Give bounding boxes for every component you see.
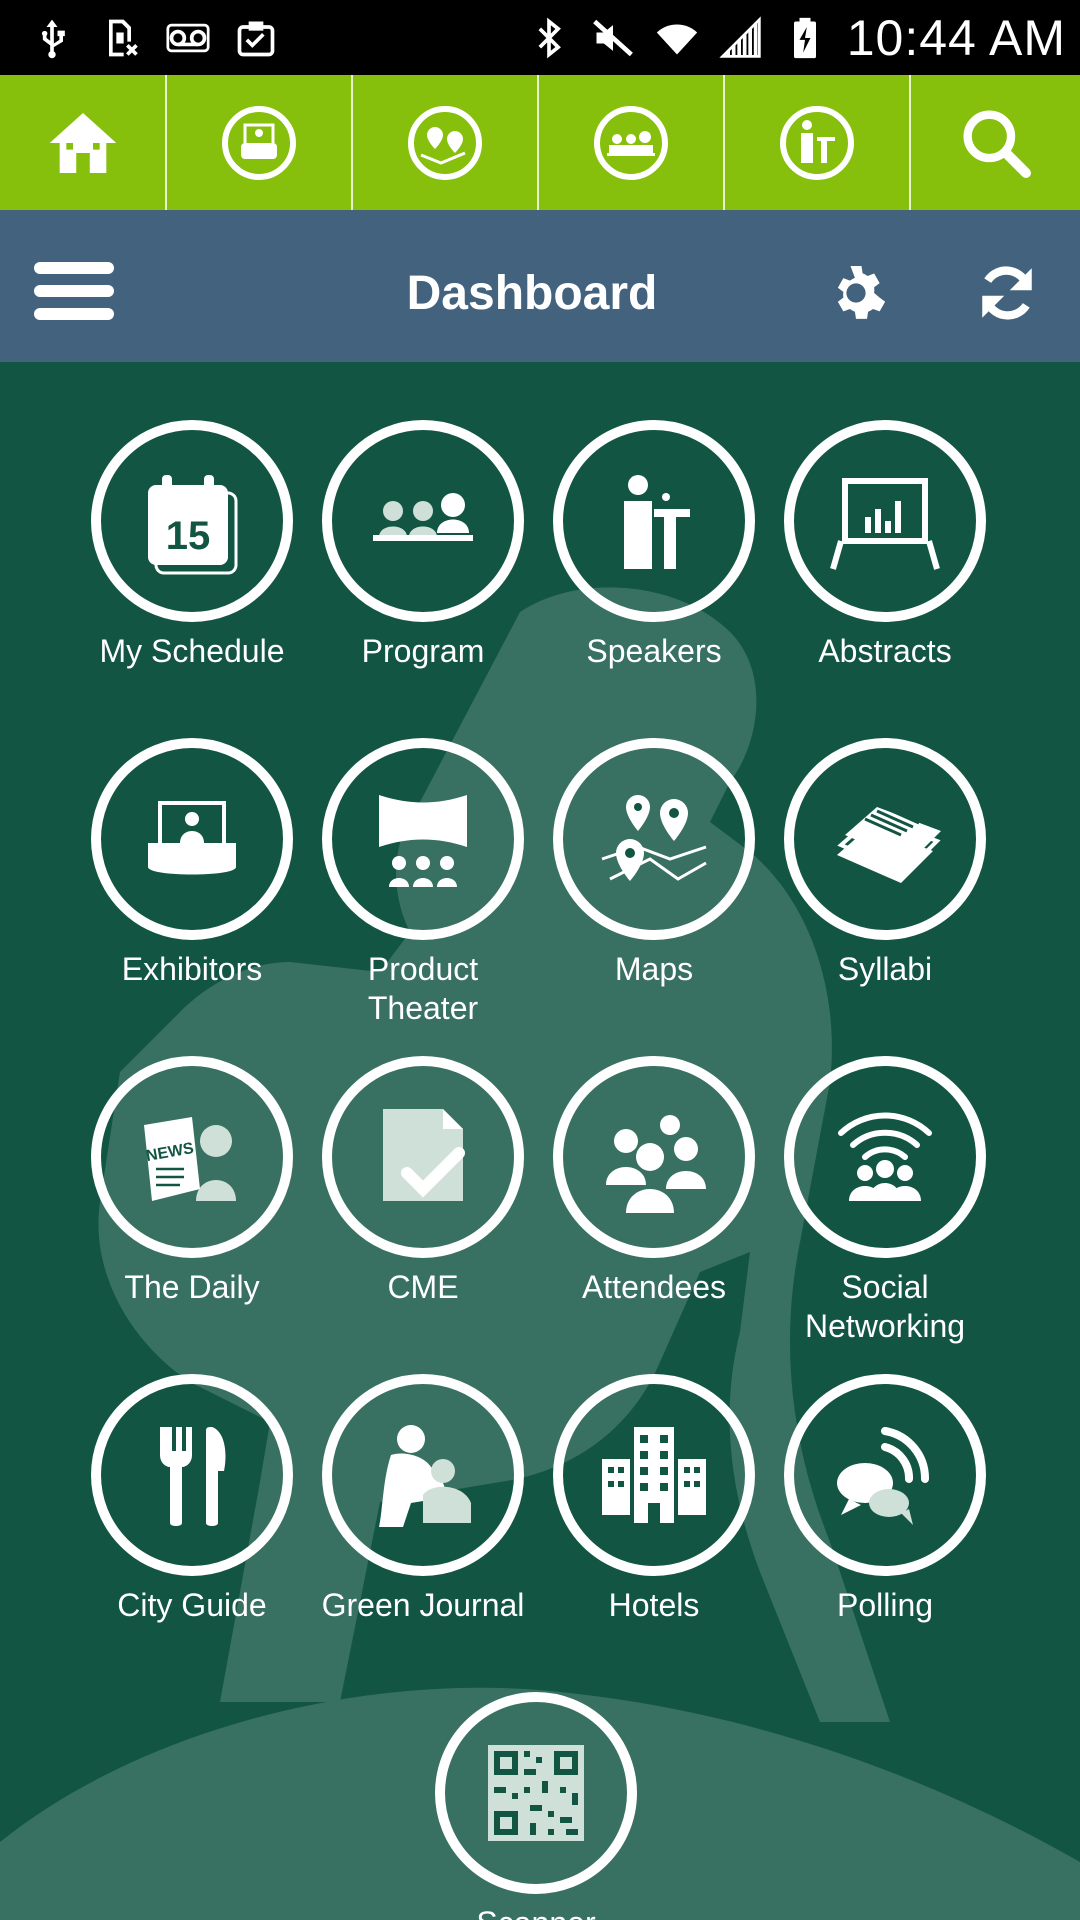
dashboard-grid: 15 My Schedule Program Speakers Abstract… bbox=[0, 362, 1080, 1920]
tile-label: Speakers bbox=[586, 633, 722, 669]
tile-abstracts[interactable]: Abstracts bbox=[770, 420, 1000, 671]
status-left-icons bbox=[0, 16, 278, 60]
tile-green-journal[interactable]: Green Journal bbox=[308, 1374, 538, 1625]
tile-hotels[interactable]: Hotels bbox=[539, 1374, 769, 1625]
tile-label: My Schedule bbox=[99, 633, 285, 669]
status-right-icons: 10:44 AM bbox=[527, 9, 1080, 67]
tile-speakers[interactable]: Speakers bbox=[539, 420, 769, 671]
tile-label: Green Journal bbox=[321, 1587, 525, 1623]
nav-speakers[interactable] bbox=[725, 75, 911, 210]
tile-label: Exhibitors bbox=[121, 951, 263, 987]
tile-label: Hotels bbox=[608, 1587, 700, 1623]
speaker-podium-icon bbox=[780, 105, 854, 180]
tile-my-schedule[interactable]: 15 My Schedule bbox=[77, 420, 307, 671]
page-title: Dashboard bbox=[406, 267, 658, 320]
tile-product-theater[interactable]: Product Theater bbox=[308, 738, 538, 1028]
audience-icon bbox=[594, 105, 668, 180]
social-broadcast-icon bbox=[838, 1112, 932, 1201]
clipboard-check-icon bbox=[234, 16, 278, 60]
tile-label: Social Networking bbox=[804, 1269, 966, 1344]
svg-text:15: 15 bbox=[166, 514, 211, 558]
tile-label: Attendees bbox=[581, 1269, 727, 1305]
tile-label: City Guide bbox=[117, 1587, 267, 1623]
tile-maps[interactable]: Maps bbox=[539, 738, 769, 989]
tile-label: Maps bbox=[614, 951, 694, 987]
audience-icon bbox=[373, 493, 473, 541]
theater-icon bbox=[379, 795, 467, 887]
tile-label: Program bbox=[361, 633, 485, 669]
fork-knife-icon bbox=[160, 1427, 226, 1526]
dashboard-header: Dashboard bbox=[0, 210, 1080, 362]
tile-social-networking[interactable]: Social Networking bbox=[770, 1056, 1000, 1346]
map-pins-icon bbox=[601, 795, 707, 881]
buildings-icon bbox=[602, 1427, 706, 1523]
speaker-podium-icon bbox=[624, 475, 690, 569]
refresh-icon bbox=[982, 266, 1032, 320]
mother-baby-icon bbox=[379, 1425, 471, 1527]
nav-search[interactable] bbox=[911, 75, 1080, 210]
tile-label: Syllabi bbox=[837, 951, 933, 987]
signal-icon bbox=[719, 15, 763, 60]
tile-cme[interactable]: CME bbox=[308, 1056, 538, 1307]
usb-icon bbox=[30, 16, 74, 60]
presentation-board-icon bbox=[830, 478, 940, 570]
map-pins-icon bbox=[408, 105, 482, 180]
tile-label: CME bbox=[387, 1269, 459, 1305]
tile-polling[interactable]: Polling bbox=[770, 1374, 1000, 1625]
sim-card-off-icon bbox=[98, 16, 142, 60]
newspaper-icon: NEWS bbox=[144, 1117, 236, 1201]
tile-the-daily[interactable]: NEWS The Daily bbox=[77, 1056, 307, 1307]
status-time: 10:44 AM bbox=[846, 9, 1066, 66]
mute-icon bbox=[591, 16, 635, 60]
tile-syllabi[interactable]: Syllabi bbox=[770, 738, 1000, 989]
tile-label: Polling bbox=[836, 1587, 934, 1623]
refresh-button[interactable] bbox=[974, 260, 1040, 326]
exhibitor-booth-icon bbox=[222, 105, 296, 180]
tile-label: Scanner bbox=[476, 1904, 595, 1920]
tile-label: Abstracts bbox=[818, 633, 952, 669]
chat-bubbles-icon bbox=[837, 1427, 930, 1525]
settings-button[interactable] bbox=[823, 260, 889, 326]
certificate-check-icon bbox=[383, 1109, 465, 1201]
battery-charging-icon bbox=[783, 16, 827, 60]
exhibitor-booth-icon bbox=[148, 801, 236, 875]
qr-code-icon bbox=[488, 1745, 584, 1841]
calendar-icon: 15 bbox=[148, 475, 238, 575]
status-bar: 10:44 AM bbox=[0, 0, 1080, 75]
documents-icon bbox=[837, 805, 941, 883]
tile-program[interactable]: Program bbox=[308, 420, 538, 671]
gear-icon bbox=[837, 266, 886, 319]
top-nav-bar bbox=[0, 75, 1080, 210]
wifi-icon bbox=[655, 16, 699, 60]
tile-label: The Daily bbox=[124, 1269, 260, 1305]
people-group-icon bbox=[606, 1115, 706, 1213]
tile-exhibitors[interactable]: Exhibitors bbox=[77, 738, 307, 989]
tile-attendees[interactable]: Attendees bbox=[539, 1056, 769, 1307]
nav-program[interactable] bbox=[539, 75, 725, 210]
tile-city-guide[interactable]: City Guide bbox=[77, 1374, 307, 1625]
nav-exhibitors[interactable] bbox=[167, 75, 353, 210]
nav-maps[interactable] bbox=[353, 75, 539, 210]
tile-label: Product Theater bbox=[367, 951, 479, 1026]
bluetooth-icon bbox=[527, 16, 571, 60]
tile-scanner[interactable]: Scanner bbox=[421, 1692, 651, 1920]
search-icon bbox=[963, 110, 1031, 178]
home-icon bbox=[49, 112, 116, 173]
voicemail-icon bbox=[166, 16, 210, 60]
nav-home[interactable] bbox=[0, 75, 167, 210]
